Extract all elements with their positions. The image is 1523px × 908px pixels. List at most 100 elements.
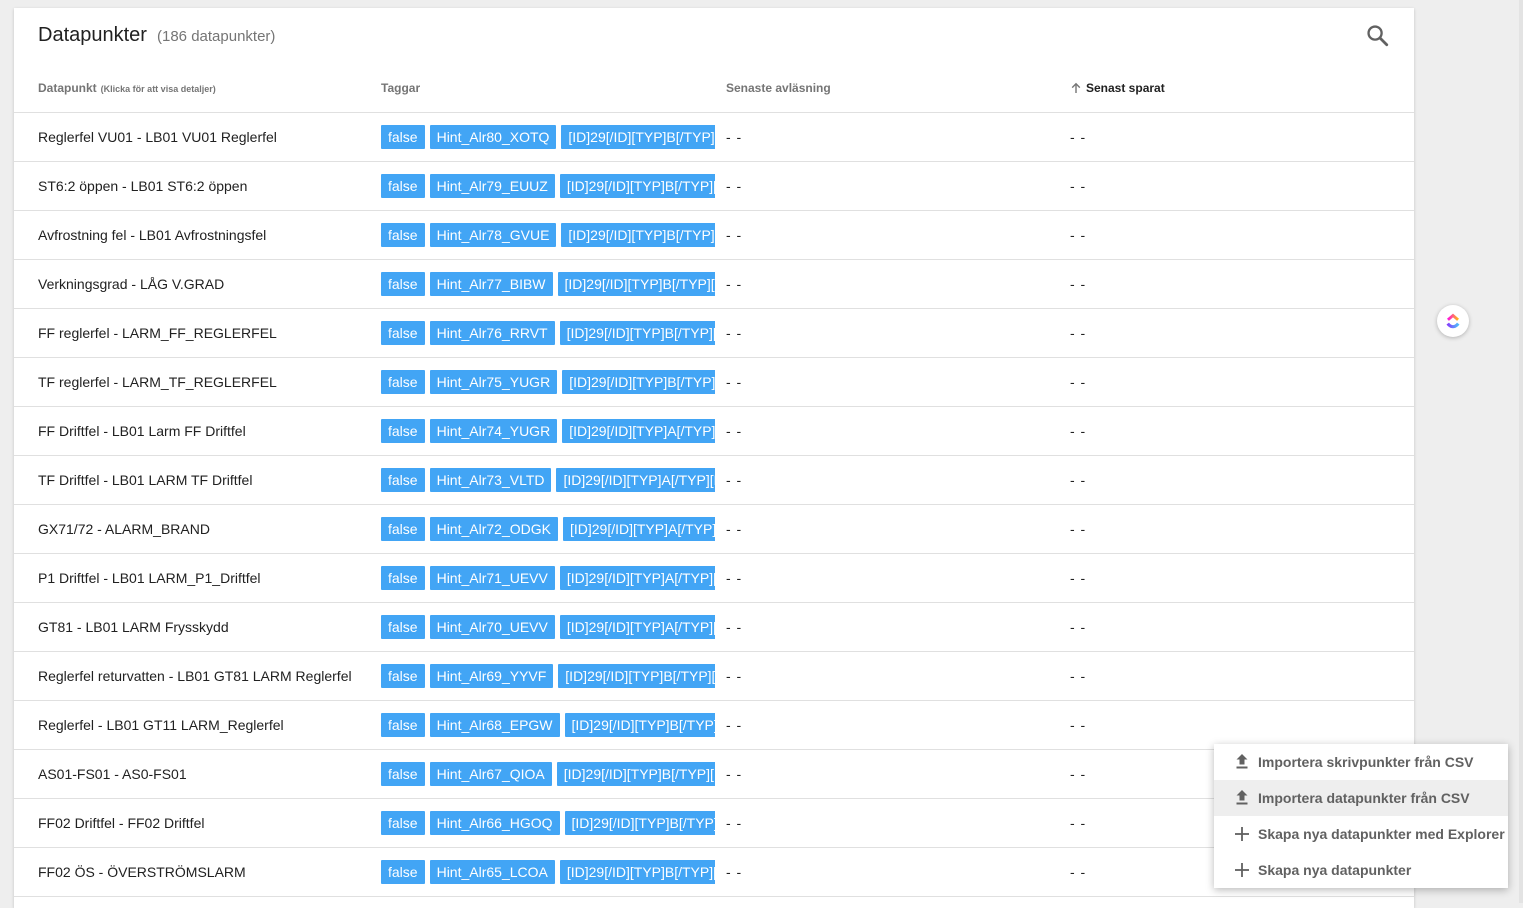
add-menu: Importera skrivpunkter från CSV Importer…: [1214, 744, 1508, 888]
tag-list: false Hint_Alr76_RRVT [ID]29[/ID][TYP]B[/T…: [381, 321, 715, 345]
table-row[interactable]: ST6:2 öppen - LB01 ST6:2 öppen false Hint_…: [14, 162, 1414, 211]
last-saved-value: - -: [1070, 325, 1087, 341]
tag-list: false Hint_Alr68_EPGW [ID]29[/ID][TYP]B[/T…: [381, 713, 715, 737]
tag-chip-value: false: [381, 370, 425, 394]
datapoint-name[interactable]: Reglerfel returvatten - LB01 GT81 LARM R…: [38, 668, 352, 684]
column-header-label: Datapunkt: [38, 81, 97, 95]
datapoint-name[interactable]: Verkningsgrad - LÅG V.GRAD: [38, 276, 224, 292]
tag-chip-id: [ID]29[/ID][TYP]B[/TYP][M: [561, 223, 715, 247]
table-row[interactable]: GT81 - LB01 LARM Frysskydd false Hint_Alr7…: [14, 603, 1414, 652]
tag-chip-id: [ID]29[/ID][TYP]A[/TYP][M: [559, 566, 715, 590]
window-scrollbar[interactable]: [1519, 0, 1523, 903]
tag-chip-id: [ID]29[/ID][TYP]B[/TYP][M: [564, 811, 715, 835]
tag-chip-hint: Hint_Alr67_QIOA: [429, 762, 552, 786]
tag-list: false Hint_Alr66_HGOQ [ID]29[/ID][TYP]B[/T…: [381, 811, 715, 835]
tag-chip-value: false: [381, 762, 425, 786]
table-row[interactable]: TF Driftfel - LB01 LARM TF Driftfel false…: [14, 456, 1414, 505]
menu-item-import-writepoints-csv[interactable]: Importera skrivpunkter från CSV: [1214, 744, 1508, 780]
last-reading-value: - -: [726, 276, 743, 292]
last-saved-value: - -: [1070, 276, 1087, 292]
menu-item-label: Importera skrivpunkter från CSV: [1258, 754, 1474, 770]
last-saved-value: - -: [1070, 570, 1087, 586]
datapoint-name[interactable]: TF Driftfel - LB01 LARM TF Driftfel: [38, 472, 252, 488]
tag-chip-hint: Hint_Alr69_YYVF: [429, 664, 554, 688]
column-header-tags[interactable]: Taggar: [381, 81, 420, 95]
clickup-icon[interactable]: [1437, 305, 1469, 337]
tag-chip-value: false: [381, 174, 425, 198]
table-row[interactable]: FF02 Driftfel - FF02 Driftfel false Hint_A…: [14, 799, 1414, 848]
column-header-label: Taggar: [381, 81, 421, 95]
table-row[interactable]: TF reglerfel - LARM_TF_REGLERFEL false Hin…: [14, 358, 1414, 407]
card-header: Datapunkter (186 datapunkter): [14, 8, 1414, 64]
tag-chip-id: [ID]29[/ID][TYP]B[/TYP][M: [559, 860, 715, 884]
table-row[interactable]: Reglerfel returvatten - LB01 GT81 LARM R…: [14, 652, 1414, 701]
table-row[interactable]: FF02 ÖS - ÖVERSTRÖMSLARM false Hint_Alr65_…: [14, 848, 1414, 897]
last-saved-value: - -: [1070, 423, 1087, 439]
page-title: Datapunkter: [38, 24, 147, 46]
tag-chip-hint: Hint_Alr68_EPGW: [429, 713, 560, 737]
tag-list: false Hint_Alr80_XOTQ [ID]29[/ID][TYP]B[/T…: [381, 125, 715, 149]
menu-item-label: Skapa nya datapunkter med Explorer: [1258, 826, 1505, 842]
table-row[interactable]: FF Driftfel - LB01 Larm FF Driftfel false…: [14, 407, 1414, 456]
last-saved-value: - -: [1070, 717, 1087, 733]
tag-chip-value: false: [381, 615, 425, 639]
column-header-last-reading[interactable]: Senaste avläsning: [726, 81, 831, 95]
tag-chip-hint: Hint_Alr66_HGOQ: [429, 811, 560, 835]
table-row[interactable]: P1 Driftfel - LB01 LARM_P1_Driftfel false…: [14, 554, 1414, 603]
table-row[interactable]: GX71/72 - ALARM_BRAND false Hint_Alr72_ODG…: [14, 505, 1414, 554]
search-icon[interactable]: [1364, 22, 1392, 50]
tag-list: false Hint_Alr71_UEVV [ID]29[/ID][TYP]A[/T…: [381, 566, 715, 590]
last-saved-value: - -: [1070, 668, 1087, 684]
table-row[interactable]: Verkningsgrad - LÅG V.GRAD false Hint_Alr7…: [14, 260, 1414, 309]
datapoint-name[interactable]: AS01-FS01 - AS0-FS01: [38, 766, 187, 782]
datapoint-name[interactable]: GX71/72 - ALARM_BRAND: [38, 521, 210, 537]
datapoint-name[interactable]: P1 Driftfel - LB01 LARM_P1_Driftfel: [38, 570, 261, 586]
datapoint-name[interactable]: FF02 Driftfel - FF02 Driftfel: [38, 815, 204, 831]
tag-chip-value: false: [381, 713, 425, 737]
tag-chip-value: false: [381, 517, 425, 541]
menu-item-import-datapoints-csv[interactable]: Importera datapunkter från CSV: [1214, 780, 1508, 816]
tag-chip-hint: Hint_Alr65_LCOA: [429, 860, 555, 884]
tag-chip-id: [ID]29[/ID][TYP]A[/TYP][M: [562, 517, 715, 541]
tag-chip-hint: Hint_Alr74_YUGR: [429, 419, 558, 443]
datapoint-name[interactable]: FF Driftfel - LB01 Larm FF Driftfel: [38, 423, 246, 439]
last-reading-value: - -: [726, 668, 743, 684]
table-row[interactable]: Avfrostning fel - LB01 Avfrostningsfel fa…: [14, 211, 1414, 260]
last-reading-value: - -: [726, 472, 743, 488]
datapoint-count: (186 datapunkter): [157, 28, 276, 45]
tag-list: false Hint_Alr75_YUGR [ID]29[/ID][TYP]B[/T…: [381, 370, 715, 394]
datapoint-name[interactable]: FF02 ÖS - ÖVERSTRÖMSLARM: [38, 864, 246, 880]
datapoints-card: Datapunkter (186 datapunkter) Datapunkt(…: [14, 8, 1414, 908]
tag-chip-hint: Hint_Alr77_BIBW: [429, 272, 553, 296]
tag-chip-value: false: [381, 223, 425, 247]
datapoint-name[interactable]: ST6:2 öppen - LB01 ST6:2 öppen: [38, 178, 247, 194]
datapoint-name[interactable]: Reglerfel VU01 - LB01 VU01 Reglerfel: [38, 129, 277, 145]
tag-list: false Hint_Alr67_QIOA [ID]29[/ID][TYP]B[/T…: [381, 762, 715, 786]
tag-list: false Hint_Alr69_YYVF [ID]29[/ID][TYP]B[/T…: [381, 664, 715, 688]
last-reading-value: - -: [726, 864, 743, 880]
tag-chip-hint: Hint_Alr80_XOTQ: [429, 125, 557, 149]
datapoint-name[interactable]: Reglerfel - LB01 GT11 LARM_Reglerfel: [38, 717, 284, 733]
datapoint-name[interactable]: Avfrostning fel - LB01 Avfrostningsfel: [38, 227, 266, 243]
menu-item-label: Skapa nya datapunkter: [1258, 862, 1412, 878]
last-saved-value: - -: [1070, 227, 1087, 243]
column-header-label: Senast sparat: [1086, 81, 1165, 95]
last-reading-value: - -: [726, 423, 743, 439]
datapoint-name[interactable]: GT81 - LB01 LARM Frysskydd: [38, 619, 229, 635]
last-reading-value: - -: [726, 521, 743, 537]
datapoint-name[interactable]: FF reglerfel - LARM_FF_REGLERFEL: [38, 325, 277, 341]
table-row[interactable]: FF reglerfel - LARM_FF_REGLERFEL false Hin…: [14, 309, 1414, 358]
last-saved-value: - -: [1070, 864, 1087, 880]
tag-chip-value: false: [381, 566, 425, 590]
table-row[interactable]: Reglerfel VU01 - LB01 VU01 Reglerfel fals…: [14, 113, 1414, 162]
column-header-datapoint[interactable]: Datapunkt (Klicka för att visa detaljer): [38, 81, 216, 95]
last-saved-value: - -: [1070, 178, 1087, 194]
menu-item-create-datapoints[interactable]: Skapa nya datapunkter: [1214, 852, 1508, 888]
datapoint-name[interactable]: TF reglerfel - LARM_TF_REGLERFEL: [38, 374, 277, 390]
table-row[interactable]: Reglerfel - LB01 GT11 LARM_Reglerfel fals…: [14, 701, 1414, 750]
last-saved-value: - -: [1070, 472, 1087, 488]
menu-item-create-with-explorer[interactable]: Skapa nya datapunkter med Explorer: [1214, 816, 1508, 852]
column-header-label: Senaste avläsning: [726, 81, 831, 95]
column-header-last-saved[interactable]: Senast sparat: [1070, 81, 1165, 97]
table-row[interactable]: AS01-FS01 - AS0-FS01 false Hint_Alr67_QIOA…: [14, 750, 1414, 799]
